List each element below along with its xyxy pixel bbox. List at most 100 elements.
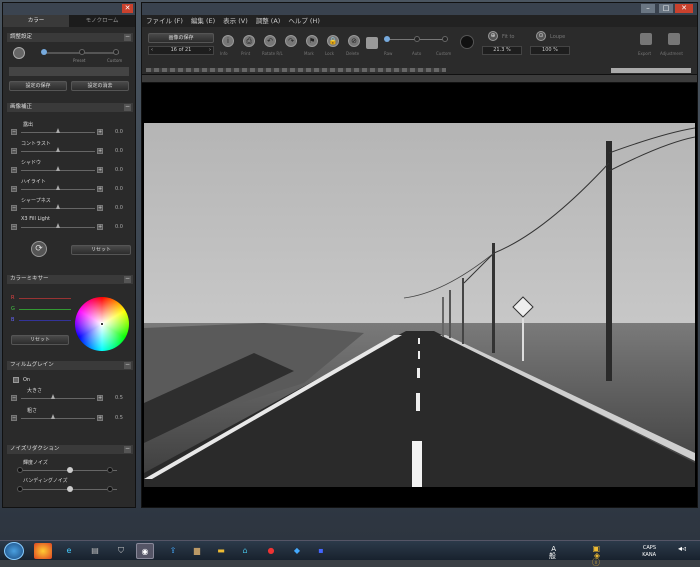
tab-monochrome[interactable]: モノクローム xyxy=(69,15,135,27)
grain-size-value: 0.5 xyxy=(115,395,123,401)
menu-file[interactable]: ファイル (F) xyxy=(146,15,183,27)
mode-slider-knob[interactable] xyxy=(384,36,390,42)
color-wheel-picker[interactable] xyxy=(100,322,104,326)
preset-slider-knob[interactable] xyxy=(41,49,47,55)
zoom-field[interactable]: 21.3 % xyxy=(482,46,522,55)
grain-size-slider-knob[interactable] xyxy=(51,394,55,399)
volume-icon[interactable]: ◂◃ xyxy=(678,545,686,553)
highlight-slider-knob[interactable] xyxy=(56,185,60,190)
luminance-noise-knob[interactable] xyxy=(67,467,73,473)
sharpness-slider-knob[interactable] xyxy=(56,204,60,209)
collapse-icon[interactable]: − xyxy=(124,362,131,369)
plus-icon[interactable]: + xyxy=(97,224,103,230)
film-grain-checkbox[interactable] xyxy=(13,377,19,383)
grain-roughness-slider-knob[interactable] xyxy=(51,414,55,419)
print-icon[interactable]: ⎙ xyxy=(243,35,255,47)
collapse-icon[interactable]: − xyxy=(124,446,131,453)
collapse-icon[interactable]: − xyxy=(124,34,131,41)
adjustment-icon[interactable] xyxy=(668,33,680,45)
chrome-icon[interactable] xyxy=(34,543,52,559)
panel-close-button[interactable]: ✕ xyxy=(122,4,133,13)
record-icon[interactable]: ● xyxy=(262,543,280,559)
plus-icon[interactable]: + xyxy=(97,148,103,154)
plus-icon[interactable]: + xyxy=(97,415,103,421)
start-button[interactable] xyxy=(4,542,24,560)
menu-edit[interactable]: 編集 (E) xyxy=(191,15,215,27)
color-wheel[interactable] xyxy=(75,297,129,351)
exposure-slider-knob[interactable] xyxy=(56,128,60,133)
next-icon[interactable]: › xyxy=(209,47,211,54)
viewer-app-icon[interactable]: ◉ xyxy=(136,543,154,559)
prev-icon[interactable]: ‹ xyxy=(151,47,153,54)
channel-g-slider[interactable] xyxy=(19,309,71,310)
close-button[interactable]: ✕ xyxy=(675,4,693,13)
minus-icon[interactable]: − xyxy=(11,148,17,154)
folder-icon[interactable]: ▬ xyxy=(212,543,230,559)
collapse-icon[interactable]: − xyxy=(124,104,131,111)
menu-help[interactable]: ヘルプ (H) xyxy=(288,15,320,27)
maximize-button[interactable]: □ xyxy=(659,4,673,13)
upload-icon[interactable]: ⇪ xyxy=(164,543,182,559)
save-settings-button[interactable]: 設定の保存 xyxy=(9,81,67,91)
plus-icon[interactable]: + xyxy=(97,205,103,211)
lock-icon[interactable]: 🔒 xyxy=(327,35,339,47)
tray-lang[interactable]: A 般 xyxy=(549,546,556,560)
menu-view[interactable]: 表示 (V) xyxy=(223,15,248,27)
channel-r-slider[interactable] xyxy=(19,298,71,299)
loupe-icon[interactable]: ⊙ xyxy=(536,31,546,41)
fit-zoom-icon[interactable]: ⊕ xyxy=(488,31,498,41)
fill-light-slider-knob[interactable] xyxy=(56,223,60,228)
exposure-dial-icon[interactable] xyxy=(460,35,474,49)
reset-correction-button[interactable]: リセット xyxy=(71,245,131,255)
ps-icon[interactable]: ▪ xyxy=(312,543,330,559)
tab-color[interactable]: カラー xyxy=(3,15,69,27)
plus-icon[interactable]: + xyxy=(97,186,103,192)
minus-icon[interactable]: − xyxy=(11,186,17,192)
delete-icon[interactable]: ⊘ xyxy=(348,35,360,47)
mark-icon[interactable]: ⚑ xyxy=(306,35,318,47)
channel-b-slider[interactable] xyxy=(19,320,71,321)
minus-icon[interactable]: − xyxy=(11,205,17,211)
reset-color-button[interactable]: リセット xyxy=(11,335,69,345)
film-grain-on-label: On xyxy=(23,377,31,383)
custom-stop[interactable] xyxy=(113,49,119,55)
image-counter[interactable]: ‹ 16 of 21 › xyxy=(148,46,214,55)
archive-icon[interactable]: ▆ xyxy=(188,543,206,559)
plus-icon[interactable]: + xyxy=(97,129,103,135)
plus-icon[interactable]: + xyxy=(97,395,103,401)
preset-dial-icon[interactable] xyxy=(13,47,25,59)
minus-icon[interactable]: − xyxy=(11,167,17,173)
menu-adjust[interactable]: 調整 (A) xyxy=(256,15,281,27)
minus-icon[interactable]: − xyxy=(11,129,17,135)
panel-tabs: カラー モノクローム xyxy=(3,15,135,27)
explorer-icon[interactable]: ▤ xyxy=(86,543,104,559)
grain-roughness-label: 粗さ xyxy=(27,408,38,414)
export-icon[interactable] xyxy=(640,33,652,45)
minus-icon[interactable]: − xyxy=(11,395,17,401)
plus-icon[interactable]: + xyxy=(97,167,103,173)
preset-name-field[interactable] xyxy=(9,67,129,76)
rotate-right-icon[interactable]: ↷ xyxy=(285,35,297,47)
auto-adjust-icon[interactable]: ⟳ xyxy=(31,241,47,257)
mode-icon[interactable] xyxy=(366,37,378,49)
info-icon[interactable]: i xyxy=(222,35,234,47)
contrast-slider-knob[interactable] xyxy=(56,147,60,152)
delete-settings-button[interactable]: 設定の消去 xyxy=(71,81,129,91)
loupe-zoom-field[interactable]: 100 % xyxy=(530,46,570,55)
banding-noise-knob[interactable] xyxy=(67,486,73,492)
shadow-slider-knob[interactable] xyxy=(56,166,60,171)
shield-blue-icon[interactable]: ◆ xyxy=(288,543,306,559)
minimize-button[interactable]: – xyxy=(641,4,655,13)
minus-icon[interactable]: − xyxy=(11,415,17,421)
save-image-button[interactable]: 画像の保存 xyxy=(148,33,214,43)
minus-icon[interactable]: − xyxy=(11,224,17,230)
shield-icon[interactable]: ⛉ xyxy=(112,543,130,559)
preset-stop[interactable] xyxy=(79,49,85,55)
grain-size-slider[interactable] xyxy=(21,398,95,399)
grain-roughness-slider[interactable] xyxy=(21,418,95,419)
tray-apps-icon[interactable]: ▣ ◈ ⓘ xyxy=(592,545,600,567)
collapse-icon[interactable]: − xyxy=(124,276,131,283)
ie-icon[interactable]: e xyxy=(60,543,78,559)
network-icon[interactable]: ⌂ xyxy=(236,543,254,559)
rotate-left-icon[interactable]: ↶ xyxy=(264,35,276,47)
